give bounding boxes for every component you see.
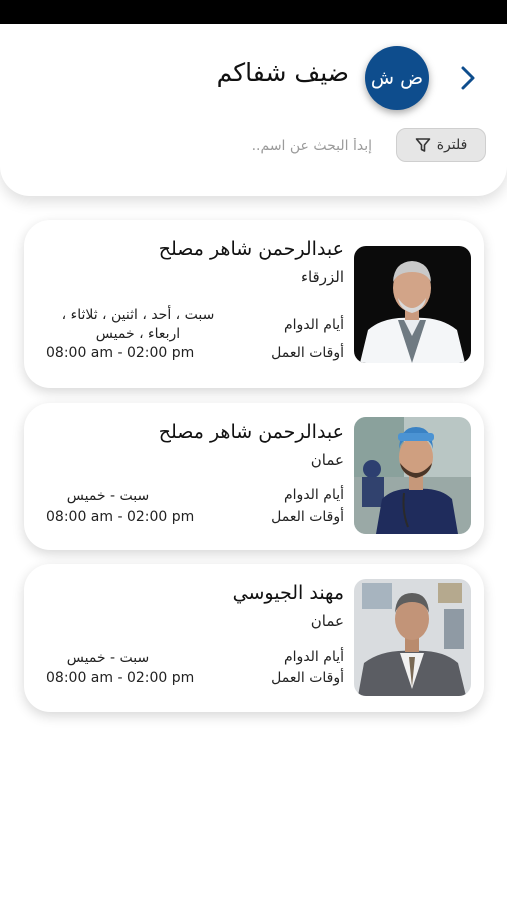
work-days-label: أيام الدوام (284, 317, 344, 333)
doctor-name: مهند الجيوسي (232, 582, 344, 604)
work-hours-value: 08:00 am - 02:00 pm (46, 345, 195, 361)
work-hours-label: أوقات العمل (271, 670, 344, 686)
doctor-name: عبدالرحمن شاهر مصلح (158, 238, 344, 260)
search-input[interactable] (150, 130, 374, 162)
doctor-card[interactable]: عبدالرحمن شاهر مصلح الزرقاء أيام الدوام … (24, 220, 484, 388)
filter-label: فلترة (436, 137, 468, 153)
work-hours-value: 08:00 am - 02:00 pm (46, 509, 195, 525)
guest-name: ضيف شفاكم (216, 58, 349, 87)
doctor-photo (354, 246, 471, 363)
chevron-right-icon (461, 66, 475, 90)
doctor-city: الزرقاء (300, 268, 344, 286)
doctor-card[interactable]: مهند الجيوسي عمان أيام الدوام سبت - خميس… (24, 564, 484, 712)
doctor-photo (354, 417, 471, 534)
back-button[interactable] (458, 64, 480, 92)
work-hours-label: أوقات العمل (271, 509, 344, 525)
status-bar (0, 0, 507, 24)
header-panel: ض ش ضيف شفاكم فلترة (0, 24, 507, 196)
doctor-city: عمان (310, 451, 344, 469)
work-days-label: أيام الدوام (284, 649, 344, 665)
doctor-card[interactable]: عبدالرحمن شاهر مصلح عمان أيام الدوام سبت… (24, 403, 484, 550)
work-hours-value: 08:00 am - 02:00 pm (46, 670, 195, 686)
filter-button[interactable]: فلترة (396, 128, 486, 162)
doctor-name: عبدالرحمن شاهر مصلح (158, 421, 344, 443)
doctor-photo (354, 579, 471, 696)
work-days-value: سبت - خميس (66, 650, 150, 666)
work-days-label: أيام الدوام (284, 487, 344, 503)
work-days-value: سبت - خميس (66, 488, 150, 504)
work-hours-label: أوقات العمل (271, 345, 344, 361)
avatar[interactable]: ض ش (365, 46, 429, 110)
work-days-value: سبت ، أحد ، اثنين ، ثلاثاء ، اربعاء ، خم… (61, 307, 215, 342)
doctor-city: عمان (310, 612, 344, 630)
avatar-initials: ض ش (370, 67, 424, 89)
funnel-icon (415, 138, 430, 152)
